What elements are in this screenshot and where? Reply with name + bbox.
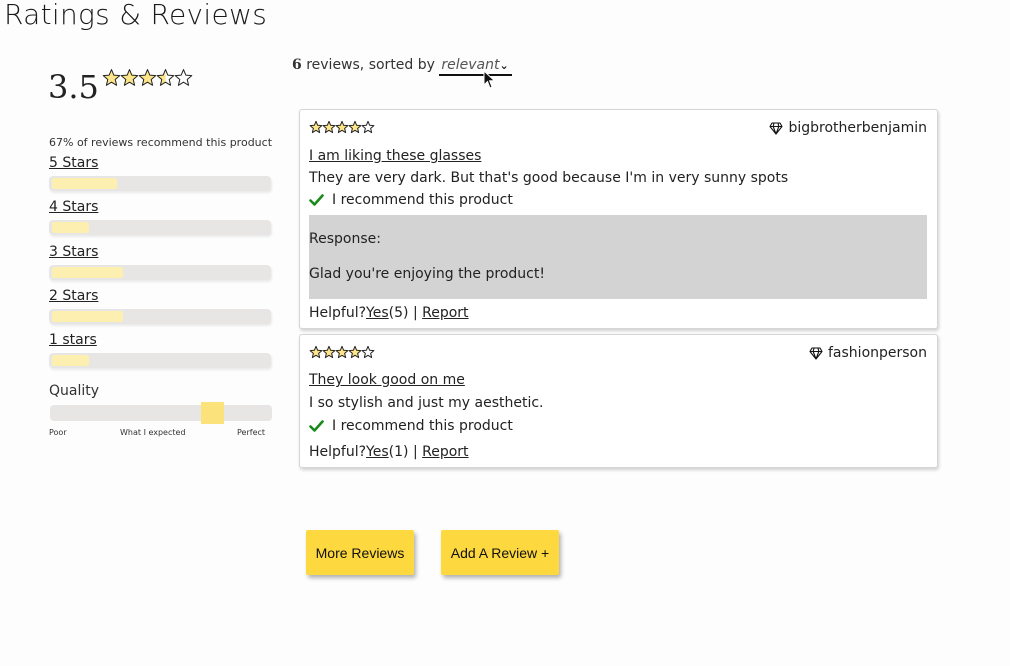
breakdown-row-4: 4 Stars xyxy=(49,196,273,240)
reviewer-name: bigbrotherbenjamin xyxy=(788,120,927,136)
rating-bar-3 xyxy=(49,264,271,280)
review-card: bigbrotherbenjamin I am liking these gla… xyxy=(299,109,938,329)
quality-scale-mid: What I expected xyxy=(120,428,186,437)
helpful-count: (5) xyxy=(388,305,409,321)
helpful-row: Helpful?Yes(5) | Report xyxy=(309,305,469,321)
reviewer: fashionperson xyxy=(809,345,927,361)
stars-svg xyxy=(309,345,375,359)
star-icon xyxy=(174,69,193,86)
helpful-count: (1) xyxy=(388,444,409,460)
filter-4-stars-link[interactable]: 4 Stars xyxy=(49,197,98,217)
review-star-rating xyxy=(309,345,375,363)
review-body: They are very dark. But that's good beca… xyxy=(309,170,789,186)
diamond-icon xyxy=(769,121,784,135)
checkmark-icon xyxy=(309,420,324,432)
rating-bar-5 xyxy=(49,176,271,191)
seller-response: Response: Glad you're enjoying the produ… xyxy=(309,215,927,299)
stars-svg xyxy=(309,120,375,134)
rating-bar-fill xyxy=(52,266,123,278)
quality-scale-high: Perfect xyxy=(237,428,266,437)
recommend-row: I recommend this product xyxy=(309,192,513,208)
rating-bar-fill xyxy=(52,178,117,189)
stars-svg xyxy=(102,69,193,86)
breakdown-row-2: 2 Stars xyxy=(49,285,273,329)
helpful-yes-link[interactable]: Yes xyxy=(366,305,389,321)
breakdown-row-5: 5 Stars xyxy=(49,152,273,196)
average-rating: 3.5 xyxy=(48,68,99,106)
rating-bar-fill xyxy=(52,355,89,367)
rating-bar-2 xyxy=(49,308,271,324)
recommend-row: I recommend this product xyxy=(309,418,513,434)
breakdown-row-3: 3 Stars xyxy=(49,241,273,285)
average-star-rating xyxy=(102,68,193,91)
characteristic-label: Quality xyxy=(49,383,100,399)
sort-label: reviews, sorted by xyxy=(306,57,435,73)
recommend-text: I recommend this product xyxy=(332,418,513,434)
add-review-button[interactable]: Add A Review + xyxy=(441,530,559,575)
filter-3-stars-link[interactable]: 3 Stars xyxy=(49,242,98,262)
response-label: Response: xyxy=(309,231,381,247)
quality-marker xyxy=(201,402,224,424)
page-title: Ratings & Reviews xyxy=(4,0,268,31)
star-icon xyxy=(361,345,375,359)
filter-2-stars-link[interactable]: 2 Stars xyxy=(49,286,98,306)
rating-bar-1 xyxy=(49,353,271,369)
separator: | xyxy=(408,305,423,321)
breakdown-row-1: 1 stars xyxy=(49,329,273,373)
recommend-text: I recommend this product xyxy=(332,192,513,208)
quality-scale-track xyxy=(50,402,272,424)
rating-bar-4 xyxy=(49,220,271,236)
review-summary[interactable]: They look good on me xyxy=(309,372,465,388)
quality-scale-low: Poor xyxy=(49,428,67,437)
reviewer: bigbrotherbenjamin xyxy=(769,120,927,136)
sort-select[interactable]: relevant⌄ xyxy=(439,57,512,76)
rating-bar-fill xyxy=(52,222,89,234)
filter-5-stars-link[interactable]: 5 Stars xyxy=(49,153,98,173)
diamond-icon xyxy=(809,346,823,360)
reviewer-name: fashionperson xyxy=(828,345,927,361)
review-count: 6 xyxy=(292,57,302,73)
more-reviews-button[interactable]: More Reviews xyxy=(306,530,414,575)
review-star-rating xyxy=(309,120,375,138)
chevron-down-icon: ⌄ xyxy=(499,59,509,72)
rating-bar-fill xyxy=(52,310,123,322)
mouse-cursor-icon xyxy=(483,70,496,89)
review-card: fashionperson They look good on me I so … xyxy=(299,334,938,468)
helpful-label: Helpful? xyxy=(309,444,367,460)
checkmark-icon xyxy=(309,194,324,206)
response-text: Glad you're enjoying the product! xyxy=(309,266,545,282)
report-link[interactable]: Report xyxy=(422,444,468,460)
review-summary[interactable]: I am liking these glasses xyxy=(309,148,481,164)
helpful-label: Helpful? xyxy=(309,305,367,321)
helpful-row: Helpful?Yes(1) | Report xyxy=(309,444,469,460)
helpful-yes-link[interactable]: Yes xyxy=(366,444,389,460)
star-icon xyxy=(361,120,375,134)
rating-breakdown: 5 Stars 4 Stars 3 Stars 2 Stars 1 stars xyxy=(49,152,273,373)
report-link[interactable]: Report xyxy=(422,305,468,321)
sort-bar: 6 reviews, sorted by relevant⌄ xyxy=(292,57,512,76)
separator: | xyxy=(408,444,423,460)
recommend-percentage: 67% of reviews recommend this product xyxy=(49,136,273,149)
review-body: I so stylish and just my aesthetic. xyxy=(309,395,544,411)
filter-1-stars-link[interactable]: 1 stars xyxy=(49,330,97,350)
